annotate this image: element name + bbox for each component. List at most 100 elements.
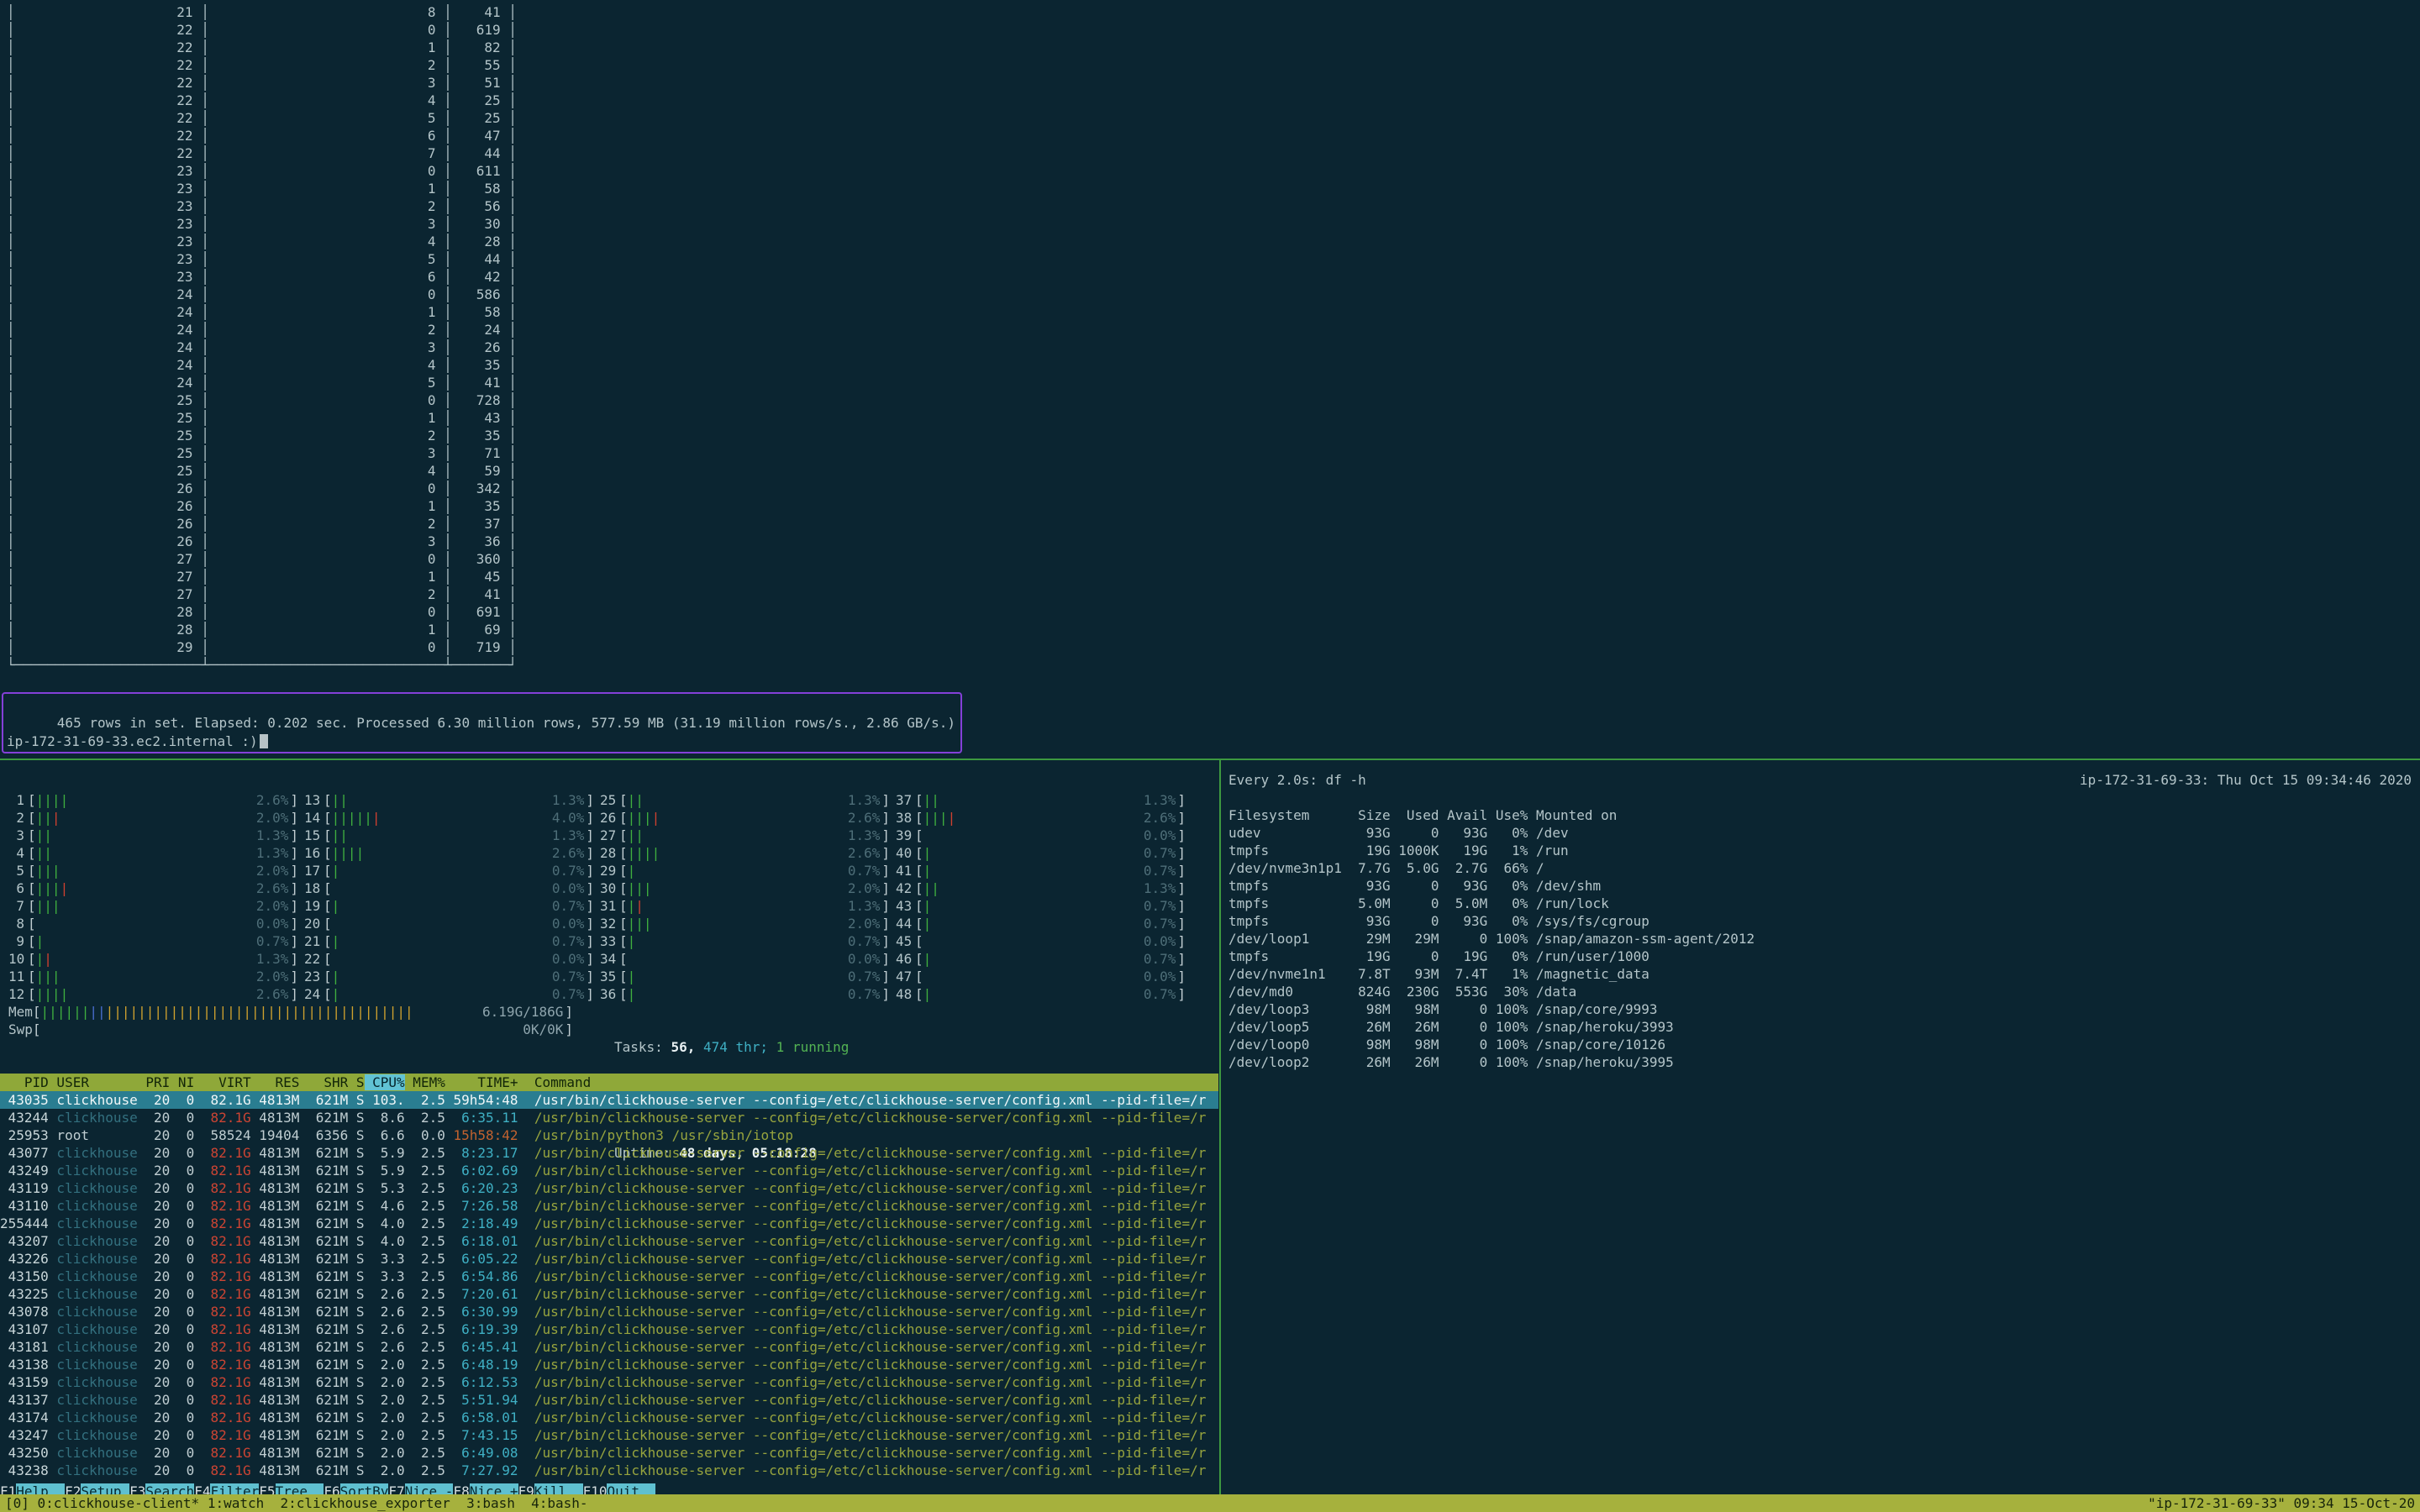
cpu-meter: 18[0.0%]: [304, 879, 594, 897]
process-row[interactable]: 43110 clickhouse 20 0 82.1G 4813M 621M S…: [0, 1197, 1218, 1215]
process-row[interactable]: 43238 clickhouse 20 0 82.1G 4813M 621M S…: [0, 1462, 1218, 1479]
process-row[interactable]: 43150 clickhouse 20 0 82.1G 4813M 621M S…: [0, 1268, 1218, 1285]
cpu-meter: 34[0.0%]: [600, 950, 890, 968]
tasks-line: Tasks: 56, 474 thr; 1 running: [614, 1038, 849, 1056]
query-summary-text: 465 rows in set. Elapsed: 0.202 sec. Pro…: [57, 715, 955, 731]
process-row[interactable]: 43244 clickhouse 20 0 82.1G 4813M 621M S…: [0, 1109, 1218, 1126]
process-row[interactable]: 43119 clickhouse 20 0 82.1G 4813M 621M S…: [0, 1179, 1218, 1197]
process-row[interactable]: 43181 clickhouse 20 0 82.1G 4813M 621M S…: [0, 1338, 1218, 1356]
tmux-window-list[interactable]: [0] 0:clickhouse-client* 1:watch 2:click…: [5, 1494, 588, 1512]
clickhouse-result-table: │ 21 │ 8 │ 41 │ │ 22 │ 0 │ 619 │ │ 22 │ …: [7, 3, 517, 674]
memory-bar: Mem[||||||||||||||||||||||||||||||||||||…: [8, 1003, 573, 1021]
cpu-meter: 3[||1.3%]: [8, 827, 298, 844]
cpu-meter: 45[0.0%]: [896, 932, 1186, 950]
cpu-meter: 4[||1.3%]: [8, 844, 298, 862]
cpu-meter: 20[0.0%]: [304, 915, 594, 932]
cpu-meter: 7[|||2.0%]: [8, 897, 298, 915]
process-table: PID USER PRI NI VIRT RES SHR S CPU% MEM%…: [0, 1074, 1218, 1479]
fkey-f9[interactable]: F9Kill: [518, 1483, 583, 1494]
cpu-meter: 5[|||2.0%]: [8, 862, 298, 879]
cpu-meter: 37[||1.3%]: [896, 791, 1186, 809]
fkey-f3[interactable]: F3Search: [129, 1483, 194, 1494]
htop-function-key-bar: F1Help F2Setup F3SearchF4FilterF5Tree F6…: [0, 1483, 1218, 1494]
fkey-f2[interactable]: F2Setup: [65, 1483, 129, 1494]
cpu-meter: 41[|0.7%]: [896, 862, 1186, 879]
cpu-meter: 36[|0.7%]: [600, 985, 890, 1003]
process-row[interactable]: 43174 clickhouse 20 0 82.1G 4813M 621M S…: [0, 1409, 1218, 1426]
swap-bar: Swp[0K/0K]: [8, 1021, 573, 1038]
process-row[interactable]: 43107 clickhouse 20 0 82.1G 4813M 621M S…: [0, 1320, 1218, 1338]
tmux-terminal-screen: │ 21 │ 8 │ 41 │ │ 22 │ 0 │ 619 │ │ 22 │ …: [0, 0, 2420, 1512]
cpu-meter: 24[|0.7%]: [304, 985, 594, 1003]
cpu-meter: 15[||1.3%]: [304, 827, 594, 844]
fkey-f7[interactable]: F7Nice -: [388, 1483, 453, 1494]
memory-bar-label: Mem: [8, 1003, 33, 1021]
cpu-meter: 16[||||2.6%]: [304, 844, 594, 862]
process-row[interactable]: 43159 clickhouse 20 0 82.1G 4813M 621M S…: [0, 1373, 1218, 1391]
process-row[interactable]: 43077 clickhouse 20 0 82.1G 4813M 621M S…: [0, 1144, 1218, 1162]
clickhouse-prompt[interactable]: ip-172-31-69-33.ec2.internal :): [7, 732, 268, 750]
cpu-meter: 23[|0.7%]: [304, 968, 594, 985]
cpu-meter: 28[||||2.6%]: [600, 844, 890, 862]
process-row[interactable]: 255444 clickhouse 20 0 82.1G 4813M 621M …: [0, 1215, 1218, 1232]
cpu-meter: 38[||||2.6%]: [896, 809, 1186, 827]
cpu-meter: 2[|||2.0%]: [8, 809, 298, 827]
watch-command-text: Every 2.0s: df -h: [1228, 771, 1366, 789]
pane-divider-horizontal: [0, 759, 2420, 760]
cpu-meter: 26[||||2.6%]: [600, 809, 890, 827]
cpu-meter: 17[|0.7%]: [304, 862, 594, 879]
process-row[interactable]: 43035 clickhouse 20 0 82.1G 4813M 621M S…: [0, 1091, 1218, 1109]
htop-pane[interactable]: 1[||||2.6%]2[|||2.0%]3[||1.3%]4[||1.3%]5…: [0, 764, 1218, 1494]
watch-header: Every 2.0s: df -h ip-172-31-69-33: Thu O…: [1228, 771, 2420, 789]
fkey-f1[interactable]: F1Help: [0, 1483, 65, 1494]
cpu-meter: 21[|0.7%]: [304, 932, 594, 950]
watch-df-pane[interactable]: Every 2.0s: df -h ip-172-31-69-33: Thu O…: [1228, 764, 2420, 1494]
process-row[interactable]: 43078 clickhouse 20 0 82.1G 4813M 621M S…: [0, 1303, 1218, 1320]
process-row[interactable]: 43250 clickhouse 20 0 82.1G 4813M 621M S…: [0, 1444, 1218, 1462]
tmux-status-bar: [0] 0:clickhouse-client* 1:watch 2:click…: [0, 1494, 2420, 1512]
cpu-meter: 35[|0.7%]: [600, 968, 890, 985]
watch-host-datetime: ip-172-31-69-33: Thu Oct 15 09:34:46 202…: [2080, 771, 2412, 789]
prompt-text: ip-172-31-69-33.ec2.internal :): [7, 733, 258, 749]
cpu-meter: 25[||1.3%]: [600, 791, 890, 809]
cpu-meter: 11[|||2.0%]: [8, 968, 298, 985]
fkey-f8[interactable]: F8Nice +: [453, 1483, 518, 1494]
cpu-meter: 43[|0.7%]: [896, 897, 1186, 915]
process-row[interactable]: 43138 clickhouse 20 0 82.1G 4813M 621M S…: [0, 1356, 1218, 1373]
swap-bar-label: Swp: [8, 1021, 33, 1038]
cpu-meter: 8[0.0%]: [8, 915, 298, 932]
process-row[interactable]: 43207 clickhouse 20 0 82.1G 4813M 621M S…: [0, 1232, 1218, 1250]
process-row[interactable]: 43247 clickhouse 20 0 82.1G 4813M 621M S…: [0, 1426, 1218, 1444]
cpu-meter: 31[||1.3%]: [600, 897, 890, 915]
process-row[interactable]: 43225 clickhouse 20 0 82.1G 4813M 621M S…: [0, 1285, 1218, 1303]
process-row[interactable]: 43226 clickhouse 20 0 82.1G 4813M 621M S…: [0, 1250, 1218, 1268]
process-row[interactable]: 43137 clickhouse 20 0 82.1G 4813M 621M S…: [0, 1391, 1218, 1409]
cpu-meter: 27[||1.3%]: [600, 827, 890, 844]
clickhouse-client-pane[interactable]: │ 21 │ 8 │ 41 │ │ 22 │ 0 │ 619 │ │ 22 │ …: [0, 0, 2420, 759]
cpu-meter: 6[||||2.6%]: [8, 879, 298, 897]
fkey-f6[interactable]: F6SortBy: [324, 1483, 388, 1494]
cpu-meter: 12[||||2.6%]: [8, 985, 298, 1003]
cpu-meter: 46[|0.7%]: [896, 950, 1186, 968]
cpu-meter: 30[|||2.0%]: [600, 879, 890, 897]
process-row[interactable]: 43249 clickhouse 20 0 82.1G 4813M 621M S…: [0, 1162, 1218, 1179]
fkey-f4[interactable]: F4Filter: [194, 1483, 259, 1494]
cpu-meter: 1[||||2.6%]: [8, 791, 298, 809]
cpu-meter: 42[||1.3%]: [896, 879, 1186, 897]
process-row[interactable]: 25953 root 20 0 58524 19404 6356 S 6.6 0…: [0, 1126, 1218, 1144]
cpu-meter: 9[|0.7%]: [8, 932, 298, 950]
cpu-meter: 10[||1.3%]: [8, 950, 298, 968]
tmux-host-clock: "ip-172-31-69-33" 09:34 15-Oct-20: [2148, 1494, 2415, 1512]
cpu-meter: 44[|0.7%]: [896, 915, 1186, 932]
pane-divider-vertical: [1219, 760, 1221, 1494]
fkey-f5[interactable]: F5Tree: [259, 1483, 324, 1494]
process-table-header[interactable]: PID USER PRI NI VIRT RES SHR S CPU% MEM%…: [0, 1074, 1218, 1091]
cpu-meter: 32[|||2.0%]: [600, 915, 890, 932]
cpu-meter: 39[0.0%]: [896, 827, 1186, 844]
cpu-meter: 29[|0.7%]: [600, 862, 890, 879]
cpu-meter: 13[||1.3%]: [304, 791, 594, 809]
cpu-meter: 22[0.0%]: [304, 950, 594, 968]
cpu-meter: 47[0.0%]: [896, 968, 1186, 985]
fkey-f10[interactable]: F10Quit: [583, 1483, 656, 1494]
terminal-cursor: [260, 734, 268, 748]
